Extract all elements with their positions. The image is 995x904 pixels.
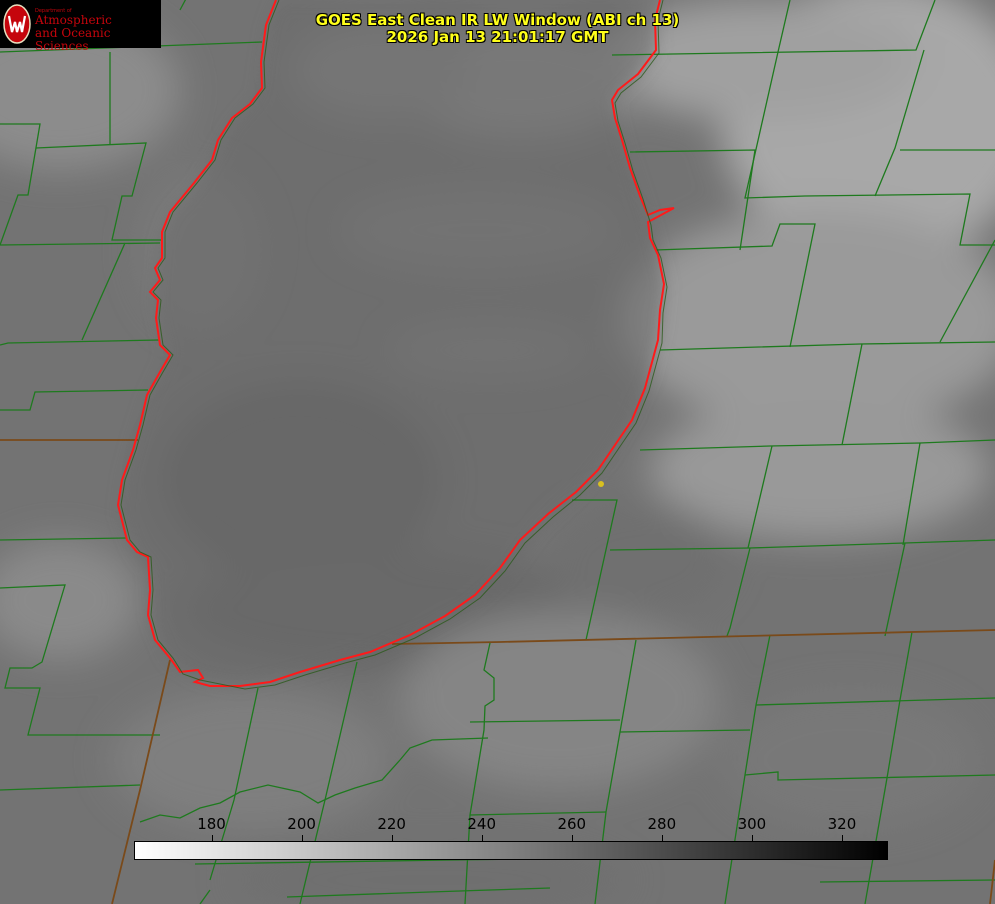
colorbar-tick-label: 300 <box>737 815 767 833</box>
title-product: GOES East Clean IR LW Window (ABI ch 13) <box>315 11 680 29</box>
location-marker <box>598 481 604 487</box>
colorbar-tick-mark <box>571 835 573 841</box>
colorbar <box>134 841 888 860</box>
colorbar-tick-label: 320 <box>827 815 857 833</box>
colorbar-tick-label: 200 <box>287 815 316 833</box>
colorbar-tick-mark <box>481 835 483 841</box>
colorbar-tick-mark <box>391 835 393 841</box>
colorbar-tick-label: 180 <box>197 815 226 833</box>
satellite-image-viewer: Department of Atmospheric and Oceanic Sc… <box>0 0 995 904</box>
title-timestamp: 2026 Jan 13 21:01:17 GMT <box>386 28 609 46</box>
image-title: GOES East Clean IR LW Window (ABI ch 13)… <box>270 12 725 46</box>
colorbar-tick-label: 280 <box>647 815 677 833</box>
colorbar-tick-mark <box>841 835 843 841</box>
logo-line-2: and Oceanic Sciences <box>35 26 111 53</box>
colorbar-tick-mark <box>751 835 753 841</box>
colorbar-tick-mark <box>301 835 303 841</box>
aos-logo: Department of Atmospheric and Oceanic Sc… <box>0 0 161 53</box>
colorbar-tick-label: 260 <box>557 815 587 833</box>
colorbar-tick-mark <box>211 835 213 841</box>
colorbar-tick-mark <box>661 835 663 841</box>
satellite-map <box>0 0 995 904</box>
colorbar-tick-label: 220 <box>377 815 406 833</box>
colorbar-tick-label: 240 <box>467 815 497 833</box>
uw-crest-icon <box>3 4 31 44</box>
